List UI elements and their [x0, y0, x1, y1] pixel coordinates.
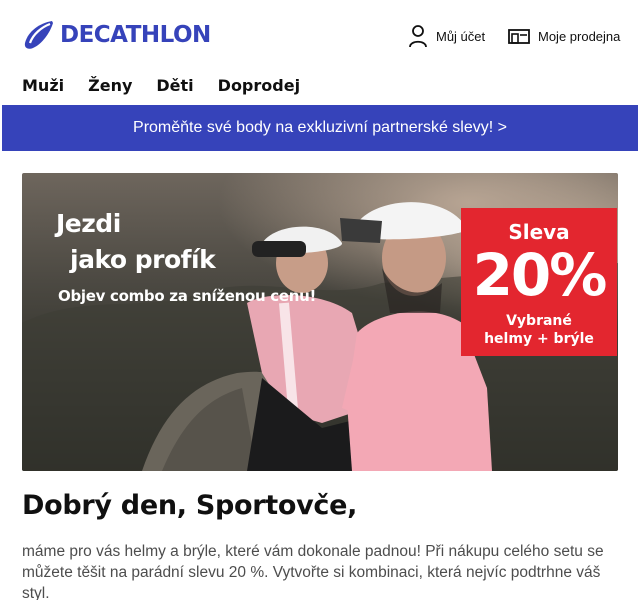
logo-wordmark: DECATHLON [60, 22, 211, 48]
store-icon [508, 29, 530, 44]
promo-banner-link[interactable]: Proměňte své body na exkluzivní partners… [2, 105, 638, 151]
store-link[interactable]: Moje prodejna [508, 23, 620, 49]
greeting-heading: Dobrý den, Sportovče, [22, 490, 358, 521]
discount-description-line1: Vybrané [506, 313, 572, 329]
nav-item-kids[interactable]: Děti [156, 76, 193, 95]
body-paragraph: máme pro vás helmy a brýle, které vám do… [22, 543, 604, 600]
nav-item-men[interactable]: Muži [22, 76, 64, 95]
decathlon-logo-mark-icon [24, 21, 53, 49]
hero-headline-line2: jako profík [70, 245, 216, 274]
user-icon [409, 25, 427, 48]
discount-description: Vybrané helmy + brýle [461, 312, 617, 348]
account-label: Můj účet [436, 28, 486, 44]
hero-headline-line1: Jezdi [56, 209, 121, 238]
hero-banner[interactable]: Jezdi jako profík Objev combo za sníženo… [22, 173, 618, 471]
discount-badge: Sleva 20% Vybrané helmy + brýle [461, 208, 617, 356]
category-nav: Muži Ženy Děti Doprodej [22, 76, 324, 95]
account-link[interactable]: Můj účet [408, 23, 485, 49]
store-label: Moje prodejna [538, 28, 621, 44]
discount-description-line2: helmy + brýle [484, 331, 594, 347]
email-header: DECATHLON Můj účet Moje prodejna [0, 0, 640, 68]
decathlon-logo[interactable]: DECATHLON [22, 18, 211, 52]
hero-subheadline: Objev combo za sníženou cenu! [58, 287, 317, 305]
nav-item-sale[interactable]: Doprodej [218, 76, 300, 95]
nav-item-women[interactable]: Ženy [88, 76, 132, 95]
discount-value: 20% [472, 241, 608, 309]
